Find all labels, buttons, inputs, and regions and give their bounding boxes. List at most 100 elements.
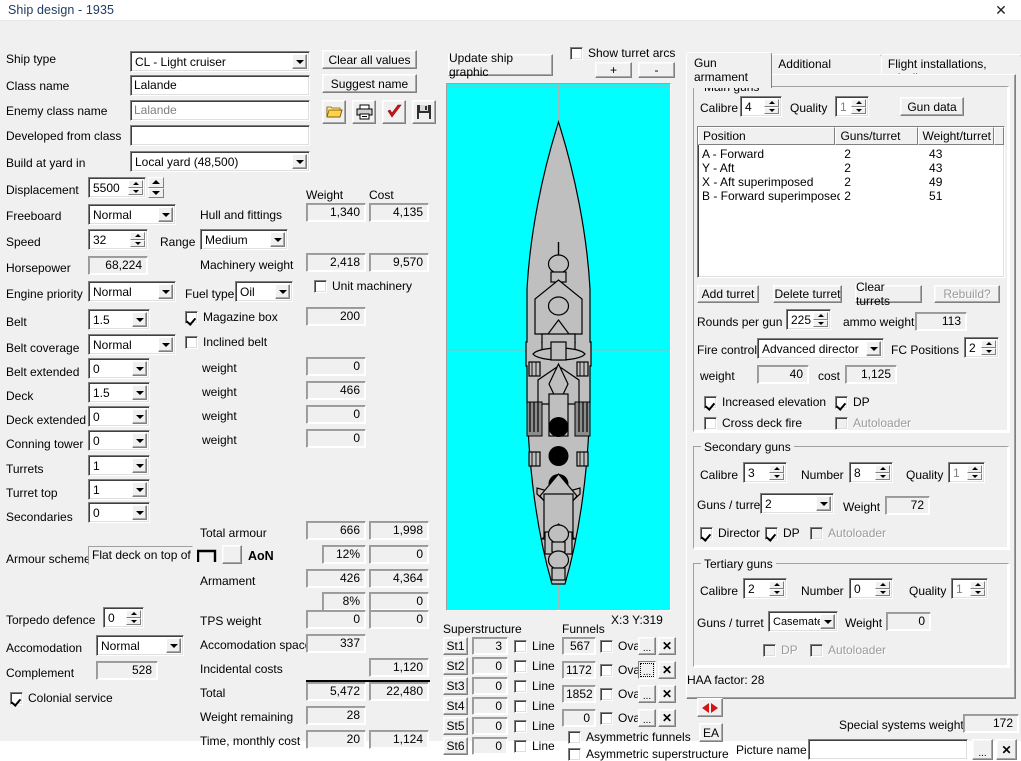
- accomodation-combo[interactable]: Normal: [96, 635, 184, 656]
- speed-stepper[interactable]: 32: [88, 229, 148, 250]
- chevron-down-icon[interactable]: [132, 433, 147, 448]
- tertiary-quality-stepper[interactable]: 1: [951, 578, 988, 599]
- main-dp-checkbox[interactable]: DP: [835, 395, 870, 409]
- displacement-stepper[interactable]: 5500: [88, 177, 146, 198]
- chevron-down-icon[interactable]: [132, 458, 147, 473]
- fc-positions-stepper[interactable]: 2: [964, 337, 999, 358]
- secondary-calibre-spin-buttons[interactable]: [769, 465, 784, 480]
- engine-priority-combo[interactable]: Normal: [88, 281, 176, 302]
- colonial-service-checkbox[interactable]: Colonial service: [10, 691, 113, 705]
- superstructure-line-checkbox-1[interactable]: Line: [514, 639, 555, 653]
- enemy-class-name-input[interactable]: Lalande: [130, 100, 310, 121]
- funnel-browse-button-1[interactable]: ...: [638, 637, 656, 655]
- funnel-browse-button-2[interactable]: ...: [638, 661, 656, 679]
- funnel-oval-checkbox-2[interactable]: Oval: [600, 663, 643, 677]
- deck-combo[interactable]: 1.5: [88, 382, 150, 403]
- table-row[interactable]: Y - Aft 2 43: [698, 161, 1004, 175]
- superstructure-button-3[interactable]: St3: [443, 677, 468, 695]
- chevron-down-icon[interactable]: [132, 361, 147, 376]
- deck-extended-combo[interactable]: 0: [88, 406, 150, 427]
- superstructure-button-4[interactable]: St4: [443, 697, 468, 715]
- secondary-guns-turret-combo[interactable]: 2: [760, 493, 834, 514]
- superstructure-line-checkbox-5[interactable]: Line: [514, 719, 555, 733]
- chevron-down-icon[interactable]: [292, 154, 307, 169]
- torpedo-defence-stepper[interactable]: 0: [103, 607, 144, 628]
- chevron-down-icon[interactable]: [270, 232, 285, 247]
- superstructure-line-checkbox-4[interactable]: Line: [514, 699, 555, 713]
- superstructure-button-6[interactable]: St6: [443, 737, 468, 755]
- funnel-value-1[interactable]: 567: [562, 637, 596, 655]
- tertiary-calibre-stepper[interactable]: 2: [743, 578, 787, 599]
- displacement-extra-stepper[interactable]: [148, 177, 164, 198]
- zoom-out-button[interactable]: -: [638, 62, 675, 78]
- secondary-number-spin-buttons[interactable]: [875, 465, 890, 480]
- fc-positions-spin-buttons[interactable]: [981, 340, 996, 355]
- displacement-spin-buttons[interactable]: [128, 180, 143, 195]
- superstructure-button-1[interactable]: St1: [443, 637, 468, 655]
- ship-type-combo[interactable]: CL - Light cruiser: [130, 51, 310, 72]
- rounds-per-gun-stepper[interactable]: 225: [786, 309, 831, 330]
- torpedo-defence-spin-buttons[interactable]: [126, 610, 141, 625]
- range-combo[interactable]: Medium: [200, 229, 288, 250]
- funnel-browse-button-4[interactable]: ...: [638, 709, 656, 727]
- picture-clear-button[interactable]: ✕: [996, 739, 1017, 760]
- update-ship-graphic-button[interactable]: Update ship graphic: [448, 51, 553, 79]
- table-row[interactable]: B - Forward superimposed 2 51: [698, 189, 1004, 203]
- belt-coverage-combo[interactable]: Normal: [88, 334, 176, 355]
- col-weight-turret[interactable]: Weight/turret: [917, 127, 994, 145]
- print-button[interactable]: [352, 100, 376, 124]
- funnel-oval-checkbox-4[interactable]: Oval: [600, 711, 643, 725]
- funnel-value-4[interactable]: 0: [562, 709, 596, 727]
- inclined-belt-checkbox[interactable]: Inclined belt: [185, 335, 267, 349]
- chevron-down-icon[interactable]: [158, 207, 173, 222]
- picture-name-input[interactable]: [808, 739, 968, 760]
- table-row[interactable]: A - Forward 2 43: [698, 147, 1004, 161]
- secondary-quality-spin-buttons[interactable]: [967, 465, 982, 480]
- funnel-value-3[interactable]: 1852: [562, 685, 596, 703]
- funnel-value-2[interactable]: 1172: [562, 661, 596, 679]
- magazine-box-checkbox[interactable]: Magazine box: [185, 310, 278, 324]
- superstructure-line-checkbox-2[interactable]: Line: [514, 659, 555, 673]
- aon-toggle-button[interactable]: [222, 545, 242, 564]
- speed-spin-buttons[interactable]: [130, 232, 145, 247]
- main-calibre-spin-buttons[interactable]: [764, 99, 779, 114]
- chevron-down-icon[interactable]: [132, 409, 147, 424]
- class-name-input[interactable]: Lalande: [130, 75, 310, 96]
- gun-data-button[interactable]: Gun data: [900, 97, 964, 116]
- zoom-in-button[interactable]: +: [595, 62, 632, 78]
- tertiary-quality-spin-buttons[interactable]: [970, 581, 985, 596]
- superstructure-button-5[interactable]: St5: [443, 717, 468, 735]
- close-icon[interactable]: ✕: [987, 0, 1015, 20]
- freeboard-combo[interactable]: Normal: [88, 204, 176, 225]
- developed-from-class-input[interactable]: [130, 125, 310, 146]
- belt-combo[interactable]: 1.5: [88, 309, 150, 330]
- table-row[interactable]: X - Aft superimposed 2 49: [698, 175, 1004, 189]
- ship-graphic-canvas[interactable]: [446, 83, 671, 611]
- tertiary-guns-turret-combo[interactable]: Casemate:: [768, 611, 838, 632]
- main-calibre-stepper[interactable]: 4: [740, 96, 782, 117]
- secondary-quality-stepper[interactable]: 1: [948, 462, 985, 483]
- funnel-oval-checkbox-1[interactable]: Oval: [600, 639, 643, 653]
- main-quality-spin-buttons[interactable]: [851, 99, 866, 114]
- funnel-browse-button-3[interactable]: ...: [638, 685, 656, 703]
- unit-machinery-checkbox[interactable]: Unit machinery: [314, 279, 412, 293]
- increased-elevation-checkbox[interactable]: Increased elevation: [704, 395, 826, 409]
- flip-button[interactable]: [697, 698, 723, 717]
- secondary-director-checkbox[interactable]: Director: [700, 526, 760, 540]
- conning-tower-combo[interactable]: 0: [88, 430, 150, 451]
- superstructure-line-checkbox-6[interactable]: Line: [514, 739, 555, 753]
- funnel-clear-button-1[interactable]: ✕: [658, 637, 676, 655]
- chevron-down-icon[interactable]: [292, 54, 307, 69]
- tertiary-number-stepper[interactable]: 0: [849, 578, 893, 599]
- tertiary-number-spin-buttons[interactable]: [875, 581, 890, 596]
- cross-deck-fire-checkbox[interactable]: Cross deck fire: [704, 416, 802, 430]
- funnel-clear-button-4[interactable]: ✕: [658, 709, 676, 727]
- clear-turrets-button[interactable]: Clear turrets: [855, 280, 922, 308]
- col-guns-turret[interactable]: Guns/turret: [835, 127, 918, 145]
- chevron-down-icon[interactable]: [158, 284, 173, 299]
- funnel-clear-button-2[interactable]: ✕: [658, 661, 676, 679]
- open-button[interactable]: [322, 100, 346, 124]
- chevron-down-icon[interactable]: [132, 312, 147, 327]
- chevron-down-icon[interactable]: [820, 614, 835, 629]
- secondary-number-stepper[interactable]: 8: [849, 462, 893, 483]
